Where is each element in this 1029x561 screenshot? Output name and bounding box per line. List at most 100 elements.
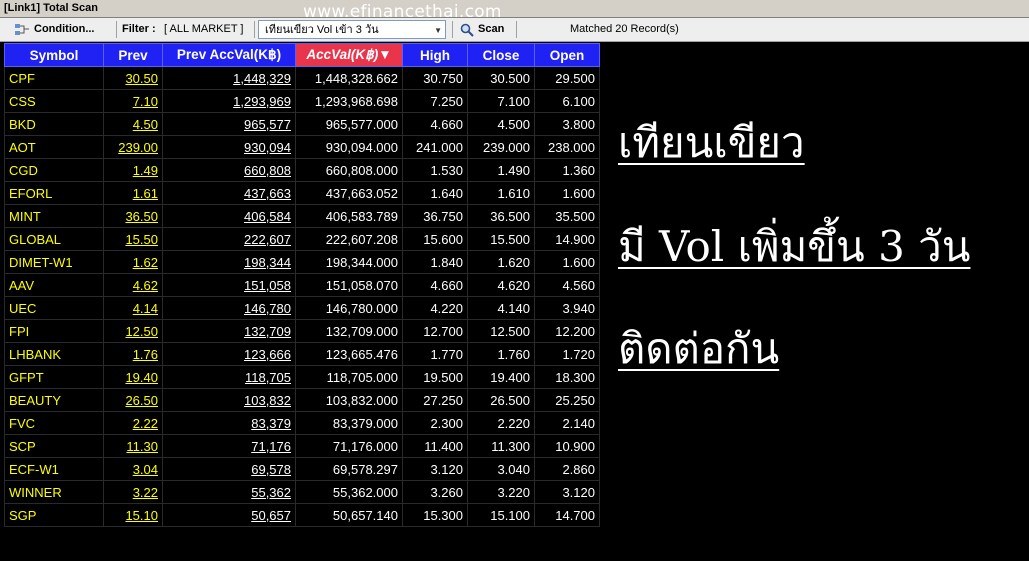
cell-close: 1.620 [467, 250, 535, 274]
cell-high: 2.300 [402, 411, 468, 435]
cell-prev[interactable]: 12.50 [103, 319, 163, 343]
table-row[interactable]: WINNER 3.22 55,362 55,362.000 3.260 3.220 3.12… [4, 480, 600, 504]
accval-header-label: AccVal(K฿) [306, 47, 379, 62]
column-header-prev[interactable]: Prev [103, 43, 163, 67]
cell-prev[interactable]: 1.49 [103, 158, 163, 182]
column-header-close[interactable]: Close [467, 43, 535, 67]
cell-close: 12.500 [467, 319, 535, 343]
cell-prev-accval[interactable]: 198,344 [162, 250, 296, 274]
cell-close: 7.100 [467, 89, 535, 113]
table-row[interactable]: LHBANK 1.76 123,666 123,665.476 1.770 1.760 1.… [4, 342, 600, 366]
condition-icon[interactable] [14, 23, 30, 37]
cell-prev-accval[interactable]: 118,705 [162, 365, 296, 389]
cell-accval: 930,094.000 [295, 135, 403, 159]
column-header-symbol[interactable]: Symbol [4, 43, 104, 67]
cell-prev[interactable]: 30.50 [103, 66, 163, 90]
cell-prev-accval[interactable]: 132,709 [162, 319, 296, 343]
cell-open: 2.860 [534, 457, 600, 481]
search-icon[interactable] [460, 23, 474, 37]
table-row[interactable]: AOT 239.00 930,094 930,094.000 241.000 239.00… [4, 135, 600, 159]
table-row[interactable]: CPF 30.50 1,448,329 1,448,328.662 30.750 30.5… [4, 66, 600, 90]
table-row[interactable]: GFPT 19.40 118,705 118,705.000 19.500 19.400 1… [4, 365, 600, 389]
column-header-prev-accval[interactable]: Prev AccVal(K฿) [162, 43, 296, 67]
cell-prev[interactable]: 1.76 [103, 342, 163, 366]
cell-prev[interactable]: 1.62 [103, 250, 163, 274]
cell-close: 3.220 [467, 480, 535, 504]
column-header-accval[interactable]: AccVal(K฿)▼ [295, 43, 403, 67]
cell-prev[interactable]: 3.04 [103, 457, 163, 481]
cell-prev[interactable]: 4.14 [103, 296, 163, 320]
table-row[interactable]: UEC 4.14 146,780 146,780.000 4.220 4.140 3.940 [4, 296, 600, 320]
cell-open: 1.720 [534, 342, 600, 366]
cell-prev-accval[interactable]: 71,176 [162, 434, 296, 458]
cell-prev-accval[interactable]: 437,663 [162, 181, 296, 205]
table-row[interactable]: BKD 4.50 965,577 965,577.000 4.660 4.500 3.800 [4, 112, 600, 136]
overlay-line-1: เทียนเขียว [618, 118, 805, 167]
cell-prev-accval[interactable]: 1,293,969 [162, 89, 296, 113]
table-row[interactable]: BEAUTY 26.50 103,832 103,832.000 27.250 26.50… [4, 388, 600, 412]
cell-prev-accval[interactable]: 406,584 [162, 204, 296, 228]
cell-symbol: DIMET-W1 [4, 250, 104, 274]
cell-prev-accval[interactable]: 660,808 [162, 158, 296, 182]
table-row[interactable]: FPI 12.50 132,709 132,709.000 12.700 12.500 12… [4, 319, 600, 343]
cell-prev-accval[interactable]: 965,577 [162, 112, 296, 136]
filter-label: Filter : [122, 23, 156, 35]
cell-high: 15.600 [402, 227, 468, 251]
cell-prev[interactable]: 1.61 [103, 181, 163, 205]
cell-prev[interactable]: 7.10 [103, 89, 163, 113]
cell-prev-accval[interactable]: 151,058 [162, 273, 296, 297]
cell-prev[interactable]: 36.50 [103, 204, 163, 228]
cell-accval: 71,176.000 [295, 434, 403, 458]
table-row[interactable]: FVC 2.22 83,379 83,379.000 2.300 2.220 2.140 [4, 411, 600, 435]
column-header-high[interactable]: High [402, 43, 468, 67]
toolbar-separator [254, 21, 255, 38]
table-row[interactable]: CSS 7.10 1,293,969 1,293,968.698 7.250 7.100 6… [4, 89, 600, 113]
cell-prev-accval[interactable]: 123,666 [162, 342, 296, 366]
cell-close: 19.400 [467, 365, 535, 389]
table-row[interactable]: MINT 36.50 406,584 406,583.789 36.750 36.500 3… [4, 204, 600, 228]
table-row[interactable]: AAV 4.62 151,058 151,058.070 4.660 4.620 4.560 [4, 273, 600, 297]
cell-prev[interactable]: 239.00 [103, 135, 163, 159]
cell-prev-accval[interactable]: 930,094 [162, 135, 296, 159]
matched-records: Matched 20 Record(s) [570, 23, 679, 35]
cell-prev[interactable]: 3.22 [103, 480, 163, 504]
cell-open: 238.000 [534, 135, 600, 159]
cell-prev-accval[interactable]: 83,379 [162, 411, 296, 435]
cell-symbol: CPF [4, 66, 104, 90]
column-header-open[interactable]: Open [534, 43, 600, 67]
chevron-down-icon[interactable]: ▼ [434, 21, 442, 40]
table-row[interactable]: ECF-W1 3.04 69,578 69,578.297 3.120 3.040 2.86… [4, 457, 600, 481]
cell-prev[interactable]: 11.30 [103, 434, 163, 458]
table-row[interactable]: SCP 11.30 71,176 71,176.000 11.400 11.300 10.9… [4, 434, 600, 458]
cell-prev[interactable]: 26.50 [103, 388, 163, 412]
table-row[interactable]: EFORL 1.61 437,663 437,663.052 1.640 1.610 1.6… [4, 181, 600, 205]
cell-high: 12.700 [402, 319, 468, 343]
cell-accval: 151,058.070 [295, 273, 403, 297]
cell-prev-accval[interactable]: 50,657 [162, 503, 296, 527]
cell-symbol: CGD [4, 158, 104, 182]
cell-open: 3.940 [534, 296, 600, 320]
cell-prev[interactable]: 19.40 [103, 365, 163, 389]
cell-prev[interactable]: 15.10 [103, 503, 163, 527]
filter-select[interactable]: เทียนเขียว Vol เข้า 3 วัน ▼ [258, 20, 446, 39]
cell-prev-accval[interactable]: 55,362 [162, 480, 296, 504]
cell-prev-accval[interactable]: 146,780 [162, 296, 296, 320]
cell-close: 3.040 [467, 457, 535, 481]
cell-prev[interactable]: 2.22 [103, 411, 163, 435]
filter-market-value[interactable]: [ ALL MARKET ] [164, 18, 243, 41]
cell-prev-accval[interactable]: 103,832 [162, 388, 296, 412]
cell-prev-accval[interactable]: 222,607 [162, 227, 296, 251]
cell-prev[interactable]: 15.50 [103, 227, 163, 251]
cell-prev-accval[interactable]: 1,448,329 [162, 66, 296, 90]
table-row[interactable]: GLOBAL 15.50 222,607 222,607.208 15.600 15.50… [4, 227, 600, 251]
cell-prev[interactable]: 4.62 [103, 273, 163, 297]
cell-prev-accval[interactable]: 69,578 [162, 457, 296, 481]
cell-accval: 222,607.208 [295, 227, 403, 251]
table-row[interactable]: CGD 1.49 660,808 660,808.000 1.530 1.490 1.360 [4, 158, 600, 182]
condition-button[interactable]: Condition... [34, 18, 94, 41]
cell-high: 27.250 [402, 388, 468, 412]
table-row[interactable]: SGP 15.10 50,657 50,657.140 15.300 15.100 14.7… [4, 503, 600, 527]
cell-close: 26.500 [467, 388, 535, 412]
cell-prev[interactable]: 4.50 [103, 112, 163, 136]
table-row[interactable]: DIMET-W1 1.62 198,344 198,344.000 1.840 1.620… [4, 250, 600, 274]
